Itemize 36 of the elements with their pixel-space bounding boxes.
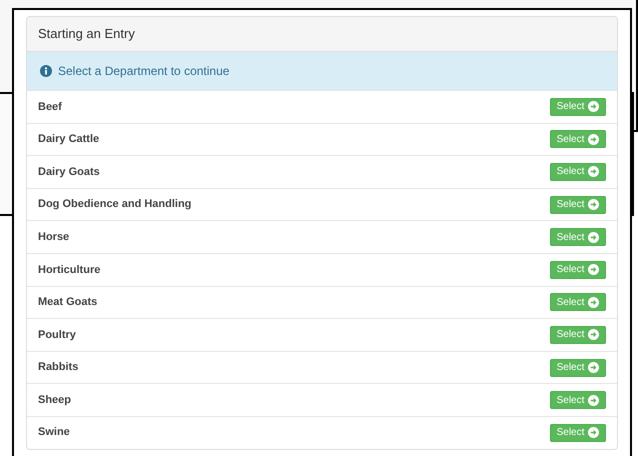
department-name: Beef [38,100,62,115]
info-icon [40,65,52,77]
panel-title: Starting an Entry [38,25,135,44]
arrow-circle-icon [588,134,600,145]
select-button[interactable]: Select [550,260,606,279]
select-button[interactable]: Select [550,358,606,377]
arrow-circle-icon [588,101,600,112]
arrow-circle-icon [588,329,600,340]
department-name: Dairy Goats [38,164,100,180]
select-button[interactable]: Select [550,293,606,312]
select-button[interactable]: Select [550,130,606,148]
select-button[interactable]: Select [550,228,606,246]
arrow-circle-icon [588,232,600,243]
department-name: Horse [38,230,70,245]
select-button[interactable]: Select [550,162,606,181]
department-name: Horticulture [38,262,100,278]
department-name: Dog Obedience and Handling [38,197,192,212]
arrow-circle-icon [588,264,600,276]
arrow-circle-icon [588,394,600,406]
arrow-circle-icon [588,166,600,178]
department-name: Poultry [38,328,76,343]
department-name: Swine [38,425,70,440]
department-name: Meat Goats [38,295,98,310]
department-name: Dairy Cattle [38,132,100,148]
department-name: Rabbits [38,360,78,376]
arrow-circle-icon [588,296,600,308]
select-button[interactable]: Select [550,326,606,344]
select-button[interactable]: Select [550,196,606,214]
department-name: Sheep [38,392,72,408]
select-button[interactable]: Select [550,391,606,410]
info-text: Select a Department to continue [58,63,230,80]
select-button[interactable]: Select [550,98,606,116]
arrow-circle-icon [588,199,600,210]
select-button[interactable]: Select [550,424,606,442]
arrow-circle-icon [588,362,600,374]
arrow-circle-icon [588,427,600,438]
